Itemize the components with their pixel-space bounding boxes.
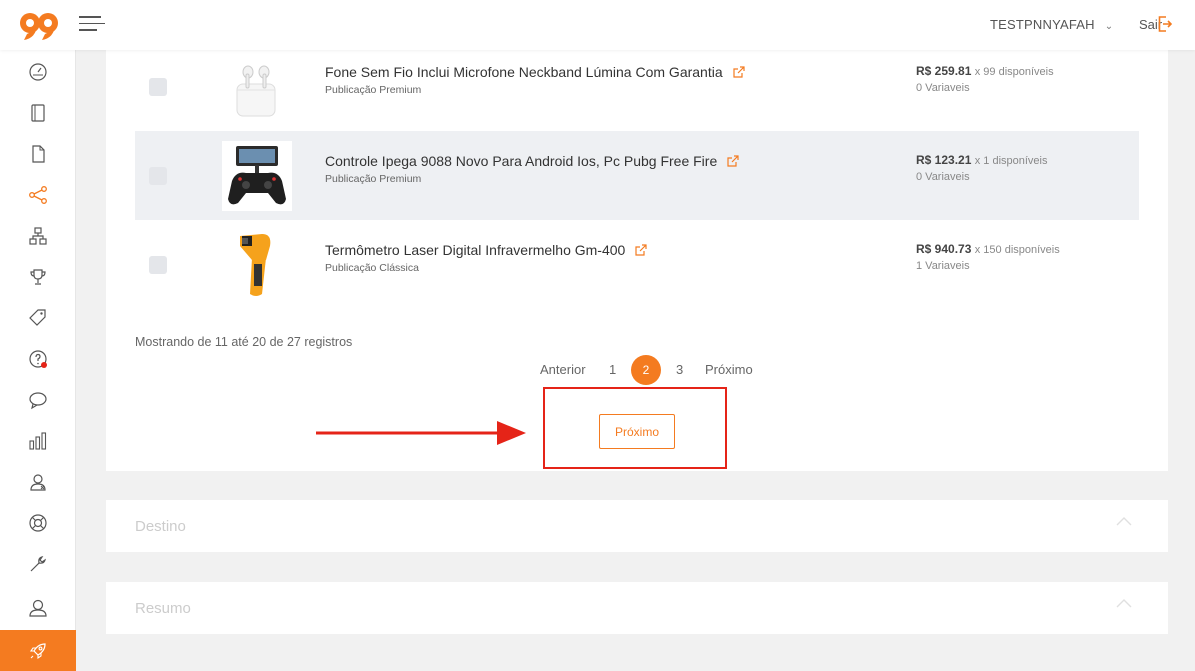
logo[interactable] — [18, 10, 60, 42]
sidebar-item-help[interactable] — [0, 339, 76, 379]
destino-panel[interactable]: Destino — [106, 500, 1168, 552]
product-title: Controle Ipega 9088 Novo Para Android Io… — [325, 153, 718, 169]
variations: 1 Variaveis — [916, 260, 970, 272]
sidebar-item-support[interactable] — [0, 503, 76, 543]
product-image-earbuds — [222, 52, 292, 122]
page-2-current[interactable]: 2 — [631, 355, 661, 385]
wrench-icon — [30, 556, 46, 572]
price: R$ 259.81 — [916, 64, 972, 78]
product-image-controller — [222, 141, 292, 211]
tag-icon — [29, 309, 46, 326]
product-title-link[interactable]: Termômetro Laser Digital Infravermelho G… — [325, 242, 647, 258]
pagination-next[interactable]: Próximo — [705, 362, 753, 377]
stock: x 99 disponíveis — [974, 66, 1054, 78]
product-title: Fone Sem Fio Inclui Microfone Neckband L… — [325, 64, 723, 80]
sidebar-item-share[interactable] — [0, 175, 76, 215]
page-1[interactable]: 1 — [609, 362, 616, 377]
product-title: Termômetro Laser Digital Infravermelho G… — [325, 242, 626, 258]
trophy-icon — [30, 269, 46, 285]
bar-chart-icon — [29, 432, 47, 450]
row-checkbox[interactable] — [149, 256, 167, 274]
external-link-icon[interactable] — [727, 155, 739, 167]
pagination-prev[interactable]: Anterior — [540, 362, 586, 377]
help-icon — [29, 350, 47, 368]
chevron-down-icon: ⌄ — [1104, 21, 1114, 32]
external-link-icon[interactable] — [733, 66, 745, 78]
records-summary: Mostrando de 11 até 20 de 27 registros — [135, 335, 353, 349]
pagination: Anterior 1 2 3 Próximo — [106, 355, 1168, 385]
page-3[interactable]: 3 — [676, 362, 683, 377]
listing-type: Publicação Premium — [325, 173, 422, 185]
sidebar-item-tools[interactable] — [0, 544, 76, 584]
variations: 0 Variaveis — [916, 171, 970, 183]
sidebar-item-launch[interactable] — [0, 630, 76, 671]
sidebar — [0, 50, 76, 671]
lifebuoy-icon — [29, 514, 47, 532]
chevron-up-icon[interactable] — [1116, 598, 1132, 608]
resumo-title: Resumo — [135, 600, 191, 617]
listing-type: Publicação Premium — [325, 84, 422, 96]
sidebar-item-reports[interactable] — [0, 421, 76, 461]
rocket-icon — [29, 642, 46, 659]
sidebar-item-notebook[interactable] — [0, 93, 76, 133]
notebook-icon — [31, 104, 45, 122]
users-icon — [30, 474, 46, 491]
price: R$ 123.21 — [916, 153, 972, 167]
row-checkbox[interactable] — [149, 78, 167, 96]
stock: x 150 disponíveis — [974, 244, 1060, 256]
variations: 0 Variaveis — [916, 82, 970, 94]
sidebar-item-users[interactable] — [0, 462, 76, 502]
menu-toggle-icon[interactable] — [79, 16, 105, 34]
table-row: Termômetro Laser Digital Infravermelho G… — [135, 220, 1139, 309]
destino-title: Destino — [135, 518, 186, 535]
sidebar-item-trophy[interactable] — [0, 257, 76, 297]
logout-icon[interactable] — [1158, 16, 1172, 32]
product-title-link[interactable]: Controle Ipega 9088 Novo Para Android Io… — [325, 153, 739, 169]
top-bar: TESTPNNYAFAH ⌄ Sair — [0, 0, 1195, 50]
hierarchy-icon — [29, 227, 47, 245]
price-info: R$ 940.73 x 150 disponíveis — [916, 242, 1060, 256]
sidebar-item-documents[interactable] — [0, 134, 76, 174]
table-row: Fone Sem Fio Inclui Microfone Neckband L… — [135, 42, 1139, 131]
sidebar-item-profile[interactable] — [0, 588, 76, 628]
speedometer-icon — [29, 63, 47, 81]
row-checkbox[interactable] — [149, 167, 167, 185]
annotation-arrow-icon — [316, 421, 526, 445]
external-link-icon[interactable] — [635, 244, 647, 256]
chat-icon — [29, 392, 47, 410]
sidebar-item-hierarchy[interactable] — [0, 216, 76, 256]
chevron-up-icon[interactable] — [1116, 516, 1132, 526]
username: TESTPNNYAFAH — [990, 17, 1095, 32]
share-icon — [29, 186, 47, 204]
highlight-box — [543, 387, 727, 469]
user-icon — [29, 599, 47, 617]
listing-type: Publicação Clássica — [325, 262, 419, 274]
price-info: R$ 123.21 x 1 disponíveis — [916, 153, 1048, 167]
table-row: Controle Ipega 9088 Novo Para Android Io… — [135, 131, 1139, 220]
price: R$ 940.73 — [916, 242, 972, 256]
sidebar-item-tags[interactable] — [0, 298, 76, 338]
file-icon — [32, 145, 45, 163]
sidebar-item-dashboard[interactable] — [0, 52, 76, 92]
product-image-thermometer — [222, 230, 292, 300]
stock: x 1 disponíveis — [974, 155, 1048, 167]
sidebar-item-messages[interactable] — [0, 380, 76, 420]
product-title-link[interactable]: Fone Sem Fio Inclui Microfone Neckband L… — [325, 64, 745, 80]
user-menu[interactable]: TESTPNNYAFAH ⌄ — [990, 17, 1113, 32]
resumo-panel[interactable]: Resumo — [106, 582, 1168, 634]
price-info: R$ 259.81 x 99 disponíveis — [916, 64, 1054, 78]
